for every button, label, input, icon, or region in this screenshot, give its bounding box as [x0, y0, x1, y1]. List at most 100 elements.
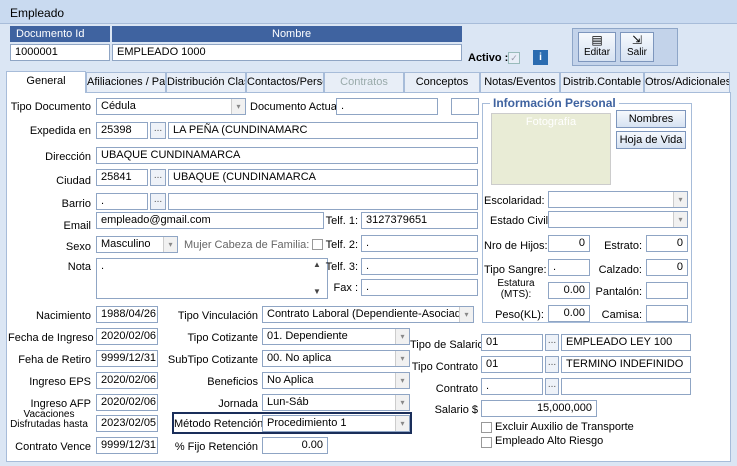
- beneficios-select[interactable]: No Aplica ▾: [262, 372, 410, 389]
- nombres-button[interactable]: Nombres: [616, 110, 686, 128]
- fax-label: Fax :: [333, 282, 358, 294]
- email-field[interactable]: empleado@gmail.com: [96, 212, 324, 229]
- direccion-field[interactable]: UBAQUE CUNDINAMARCA: [96, 147, 478, 164]
- hoja-vida-button[interactable]: Hoja de Vida: [616, 131, 686, 149]
- chevron-down-icon: ▾: [673, 192, 687, 207]
- ciudad-label: Ciudad: [56, 175, 91, 187]
- chevron-down-icon: ▾: [395, 351, 409, 366]
- direccion-label: Dirección: [45, 151, 91, 163]
- contrato-code[interactable]: .: [481, 378, 543, 395]
- escolaridad-select[interactable]: ▾: [548, 191, 688, 208]
- tab-contactos[interactable]: Contactos/Person: [246, 72, 324, 92]
- ingreso-field[interactable]: 2020/02/06: [96, 328, 158, 345]
- telf1-field[interactable]: 3127379651: [361, 212, 478, 229]
- fax-field[interactable]: .: [361, 279, 478, 296]
- tipo-sal-lookup-button[interactable]: ...: [545, 334, 559, 351]
- retiro-field[interactable]: 9999/12/31: [96, 350, 158, 367]
- peso-field[interactable]: 0.00: [548, 305, 590, 322]
- ciudad-code[interactable]: 25841: [96, 169, 148, 186]
- tipo-contr-code[interactable]: 01: [481, 356, 543, 373]
- metodo-select[interactable]: Procedimiento 1 ▾: [262, 415, 410, 432]
- estado-civil-select[interactable]: ▾: [548, 211, 688, 228]
- nombre-field[interactable]: EMPLEADO 1000: [112, 44, 462, 61]
- activo-checkbox[interactable]: ✓: [508, 52, 520, 64]
- afp-field[interactable]: 2020/02/06: [96, 394, 158, 411]
- fijo-field[interactable]: 0.00: [262, 437, 328, 454]
- exit-icon: ⇲: [631, 33, 643, 47]
- tab-contratos[interactable]: Contratos: [324, 72, 404, 92]
- contrato-label: Contrato: [435, 383, 478, 395]
- tipo-doc-select[interactable]: Cédula ▾: [96, 98, 246, 115]
- telf3-field[interactable]: .: [361, 258, 478, 275]
- editar-button[interactable]: ▤ Editar: [578, 32, 616, 62]
- ciudad-lookup-button[interactable]: ...: [150, 169, 166, 186]
- chevron-down-icon: ▾: [395, 329, 409, 344]
- tab-distrib-contable[interactable]: Distrib.Contable: [560, 72, 644, 92]
- nacimiento-field[interactable]: 1988/04/26: [96, 306, 158, 323]
- barrio-code[interactable]: .: [96, 193, 148, 210]
- subtipo-label: SubTipo Cotizante: [167, 354, 258, 366]
- salir-button[interactable]: ⇲ Salir: [620, 32, 654, 62]
- pantalon-field[interactable]: [646, 282, 688, 299]
- doc-id-field[interactable]: 1000001: [10, 44, 110, 61]
- barrio-lookup-button[interactable]: ...: [150, 193, 166, 210]
- excluir-label: Excluir Auxilio de Transporte: [495, 421, 634, 433]
- sangre-field[interactable]: .: [548, 259, 590, 276]
- personal-group-title: Información Personal: [490, 96, 619, 110]
- expedida-name: LA PEÑA (CUNDINAMARC: [168, 122, 478, 139]
- telf2-field[interactable]: .: [361, 235, 478, 252]
- eps-field[interactable]: 2020/02/06: [96, 372, 158, 389]
- camisa-field[interactable]: [646, 305, 688, 322]
- scroll-down-icon[interactable]: ▼: [313, 287, 321, 296]
- nota-label: Nota: [67, 261, 91, 273]
- estatura-field[interactable]: 0.00: [548, 282, 590, 299]
- nota-textarea[interactable]: .: [96, 258, 328, 299]
- calzado-label: Calzado:: [598, 264, 642, 276]
- tipo-vinc-label: Tipo Vinculación: [177, 310, 258, 322]
- mujer-checkbox[interactable]: [312, 239, 323, 250]
- expedida-lookup-button[interactable]: ...: [150, 122, 166, 139]
- tipo-vinc-select[interactable]: Contrato Laboral (Dependiente-Asociado) ▾: [262, 306, 474, 323]
- doc-actual-field[interactable]: .: [336, 98, 438, 115]
- tipo-contr-lookup-button[interactable]: ...: [545, 356, 559, 373]
- estrato-field[interactable]: 0: [646, 235, 688, 252]
- camisa-label: Camisa:: [601, 309, 642, 321]
- salario-field[interactable]: 15,000,000: [481, 400, 597, 417]
- chevron-down-icon: ▾: [163, 237, 177, 252]
- alto-riesgo-label: Empleado Alto Riesgo: [495, 435, 604, 447]
- contrato-lookup-button[interactable]: ...: [545, 378, 559, 395]
- dv-field[interactable]: [451, 98, 479, 115]
- vac-field[interactable]: 2023/02/05: [96, 415, 158, 432]
- tab-afiliaciones[interactable]: Afiliaciones / Pag: [86, 72, 166, 92]
- tipo-cot-label: Tipo Cotizante: [187, 332, 258, 344]
- metodo-label: Método Retención: [174, 418, 264, 430]
- contrato-name: [561, 378, 691, 395]
- tab-conceptos[interactable]: Conceptos: [404, 72, 480, 92]
- subtipo-select[interactable]: 00. No aplica ▾: [262, 350, 410, 367]
- expedida-code[interactable]: 25398: [96, 122, 148, 139]
- tab-otros[interactable]: Otros/Adicionales: [644, 72, 730, 92]
- nombre-header: Nombre: [112, 26, 462, 42]
- hijos-field[interactable]: 0: [548, 235, 590, 252]
- tipo-sal-code[interactable]: 01: [481, 334, 543, 351]
- edit-icon: ▤: [591, 33, 603, 47]
- chevron-down-icon: ▾: [395, 395, 409, 410]
- scroll-up-icon[interactable]: ▲: [313, 260, 321, 269]
- tab-notas[interactable]: Notas/Eventos: [480, 72, 560, 92]
- chevron-down-icon: ▾: [459, 307, 473, 322]
- calzado-field[interactable]: 0: [646, 259, 688, 276]
- sexo-select[interactable]: Masculino ▾: [96, 236, 178, 253]
- fotografia-box[interactable]: Fotografía: [491, 113, 611, 185]
- jornada-select[interactable]: Lun-Sáb ▾: [262, 394, 410, 411]
- sangre-label: Tipo Sangre:: [484, 264, 547, 276]
- info-icon[interactable]: i: [533, 50, 548, 65]
- tipo-cot-select[interactable]: 01. Dependiente ▾: [262, 328, 410, 345]
- contrato-vence-field[interactable]: 9999/12/31: [96, 437, 158, 454]
- alto-riesgo-checkbox[interactable]: [481, 437, 492, 448]
- chevron-down-icon: ▾: [395, 416, 409, 431]
- tab-distribucion-clase[interactable]: Distribución Clase: [166, 72, 246, 92]
- excluir-checkbox[interactable]: [481, 422, 492, 433]
- barrio-label: Barrio: [61, 198, 91, 210]
- tab-general[interactable]: General: [6, 71, 86, 93]
- salario-label: Salario $: [434, 404, 478, 416]
